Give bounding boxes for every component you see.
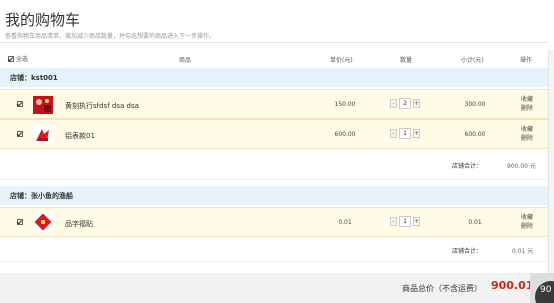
quantity-stepper: - 1 + [390,128,420,139]
product-name[interactable]: 黄刻执行sfdsf dsa dsa [65,101,139,111]
item-checkbox[interactable] [17,101,23,107]
favorite-link[interactable]: 收藏 [521,213,533,222]
quantity-input[interactable]: 1 [399,128,411,139]
minus-icon[interactable]: - [390,99,397,108]
cart-item-row: 品字福贴 0.01 - 1 + 0.01 收藏 删除 [0,207,548,237]
cart-footer: 商品总价（不含运费） 900.01 [0,273,548,303]
store-total-value: 0.01 元 [512,248,534,255]
delete-link[interactable]: 删除 [521,134,533,143]
select-all[interactable]: 全选 [8,54,28,63]
header-qty: 数量 [400,57,413,64]
select-all-label: 全选 [16,56,29,63]
store-total: 店铺合计： 0.01 元 [0,238,548,262]
delete-link[interactable]: 删除 [521,104,533,113]
store-header: 店铺：张小鱼的渔船 [0,186,548,205]
cart-header: 全选 商品 单价(元) 数量 小计(元) 操作 [0,50,548,66]
item-checkbox[interactable] [17,219,23,225]
header-price: 单价(元) [330,57,353,64]
unit-price: 0.01 [338,219,352,226]
plus-icon[interactable]: + [413,129,420,138]
product-thumbnail[interactable] [33,96,53,114]
cart-item-row: 黄刻执行sfdsf dsa dsa 150.00 - 2 + 300.00 收藏… [0,89,548,119]
quantity-input[interactable]: 1 [399,216,411,227]
product-thumbnail[interactable] [33,214,53,232]
store-total-label: 店铺合计： [452,163,483,170]
unit-price: 600.00 [334,131,356,138]
item-checkbox[interactable] [17,131,23,137]
favorite-link[interactable]: 收藏 [521,125,533,134]
delete-link[interactable]: 删除 [521,222,533,231]
quantity-stepper: - 1 + [390,216,420,227]
store-total-value: 900.00 元 [507,163,536,170]
store-total: 店铺合计： 900.00 元 [0,150,548,180]
product-name[interactable]: 铝表款01 [65,131,95,141]
select-all-checkbox[interactable] [8,55,14,62]
grand-total-value: 900.01 [491,279,534,292]
store-total-label: 店铺合计： [452,248,483,255]
minus-icon[interactable]: - [390,217,397,226]
cart-item-row: 铝表款01 600.00 - 1 + 600.00 收藏 删除 [0,119,548,149]
product-thumbnail[interactable] [33,126,53,144]
item-ops: 收藏 删除 [521,95,533,113]
quantity-input[interactable]: 2 [399,98,411,109]
item-subtotal: 300.00 [464,101,486,108]
page-subtitle: 查看购物车商品清单，增加减少商品数量，并勾选想要的商品进入下一步操作。 [5,33,216,40]
quantity-stepper: - 2 + [390,98,420,109]
plus-icon[interactable]: + [413,99,420,108]
title-divider [0,42,548,43]
store-header: 店铺：kst001 [0,68,548,87]
product-name[interactable]: 品字福贴 [65,219,93,229]
item-ops: 收藏 删除 [521,213,533,231]
item-subtotal: 0.01 [468,219,482,226]
unit-price: 150.00 [334,101,356,108]
item-ops: 收藏 删除 [521,125,533,143]
page-title: 我的购物车 [5,11,81,29]
plus-icon[interactable]: + [413,217,420,226]
header-product: 商品 [179,57,192,64]
header-subtotal: 小计(元) [461,57,484,64]
favorite-link[interactable]: 收藏 [521,95,533,104]
grand-total-label: 商品总价（不含运费） [402,284,482,293]
scrollbar[interactable] [548,50,554,273]
item-subtotal: 600.00 [464,131,486,138]
minus-icon[interactable]: - [390,129,397,138]
header-ops: 操作 [520,57,533,64]
